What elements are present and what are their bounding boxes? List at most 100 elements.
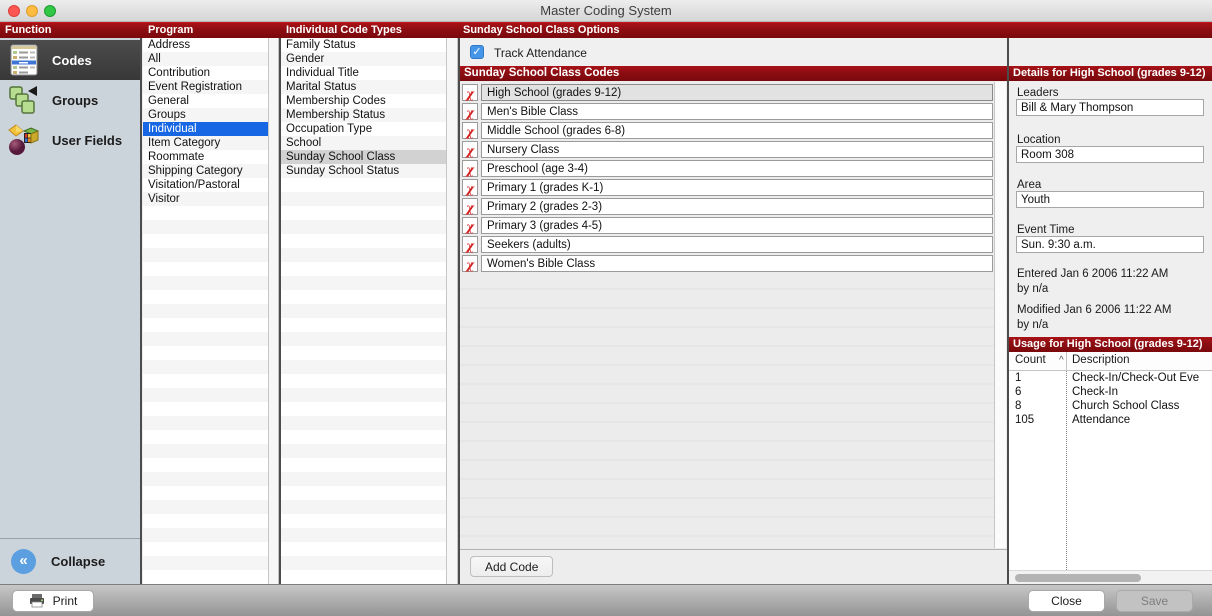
program-item[interactable]: Contribution	[143, 66, 268, 80]
sidebar-item-codes[interactable]: Codes	[0, 40, 140, 80]
delete-code-icon[interactable]: χ	[462, 198, 478, 215]
modified-stamp: Modified Jan 6 2006 11:22 AM by n/a	[1017, 303, 1172, 333]
print-button[interactable]: Print	[12, 590, 94, 612]
delete-code-icon[interactable]: χ	[462, 103, 478, 120]
program-scrollbar-track[interactable]	[268, 38, 279, 584]
codes-scrollbar-track[interactable]	[994, 82, 1006, 548]
code-types-column-header: Individual Code Types	[286, 23, 402, 39]
sidebar-item-label: Codes	[52, 53, 92, 68]
program-item-selected[interactable]: Individual	[143, 122, 268, 136]
track-attendance-label: Track Attendance	[494, 46, 587, 60]
code-row: χ	[462, 141, 993, 158]
modified-date: Modified Jan 6 2006 11:22 AM	[1017, 303, 1172, 318]
program-item[interactable]: Event Registration	[143, 80, 268, 94]
code-type-item[interactable]: Membership Status	[281, 108, 446, 122]
details-panel: Details for High School (grades 9-12) Le…	[1009, 38, 1212, 584]
column-separator	[1066, 352, 1067, 371]
delete-code-icon[interactable]: χ	[462, 179, 478, 196]
code-types-scrollbar-track[interactable]	[446, 38, 458, 584]
code-name-field[interactable]	[481, 122, 993, 139]
function-sidebar: Codes Groups	[0, 38, 142, 584]
delete-code-icon[interactable]: χ	[462, 217, 478, 234]
code-name-field[interactable]	[481, 179, 993, 196]
code-name-field[interactable]	[481, 103, 993, 120]
location-field[interactable]	[1016, 146, 1204, 163]
delete-code-icon[interactable]: χ	[462, 84, 478, 101]
modified-by: by n/a	[1017, 318, 1172, 333]
code-type-item[interactable]: Marital Status	[281, 80, 446, 94]
usage-row[interactable]: 1Check-In/Check-Out Eve	[1009, 371, 1212, 385]
code-row: χ	[462, 103, 993, 120]
area-label: Area	[1017, 179, 1041, 191]
code-row: χ	[462, 236, 993, 253]
codes-section-header: Sunday School Class Codes	[460, 66, 1007, 81]
program-item[interactable]: Visitor	[143, 192, 268, 206]
user-fields-icon	[7, 123, 41, 157]
description-column-header[interactable]: Description	[1072, 354, 1130, 366]
program-item[interactable]: Roommate	[143, 150, 268, 164]
code-row: χ	[462, 255, 993, 272]
delete-code-icon[interactable]: χ	[462, 255, 478, 272]
close-button[interactable]: Close	[1028, 590, 1105, 612]
sort-ascending-icon: ^	[1059, 355, 1064, 366]
usage-row[interactable]: 8Church School Class	[1009, 399, 1212, 413]
code-type-item[interactable]: Gender	[281, 52, 446, 66]
printer-icon	[29, 594, 45, 608]
leaders-field[interactable]	[1016, 99, 1204, 116]
code-type-item-selected[interactable]: Sunday School Class	[281, 150, 446, 164]
count-column-header[interactable]: Count	[1015, 354, 1046, 366]
code-name-field[interactable]	[481, 141, 993, 158]
usage-table-body: 1Check-In/Check-Out Eve 6Check-In 8Churc…	[1009, 371, 1212, 570]
usage-row[interactable]: 6Check-In	[1009, 385, 1212, 399]
code-row: χ	[462, 122, 993, 139]
program-item[interactable]: All	[143, 52, 268, 66]
code-name-field[interactable]	[481, 255, 993, 272]
save-button[interactable]: Save	[1116, 590, 1193, 612]
code-name-field[interactable]	[481, 217, 993, 234]
code-type-item[interactable]: Sunday School Status	[281, 164, 446, 178]
delete-code-icon[interactable]: χ	[462, 160, 478, 177]
collapse-button[interactable]: « Collapse	[0, 538, 140, 584]
codes-icon	[7, 43, 41, 77]
sidebar-item-user-fields[interactable]: User Fields	[0, 120, 140, 160]
area-field[interactable]	[1016, 191, 1204, 208]
entered-by: by n/a	[1017, 282, 1168, 297]
program-item[interactable]: Address	[143, 38, 268, 52]
code-type-item[interactable]: Individual Title	[281, 66, 446, 80]
window-title: Master Coding System	[0, 0, 1212, 22]
usage-table: Count ^ Description 1Check-In/Check-Out …	[1009, 352, 1212, 570]
code-name-field[interactable]	[481, 84, 993, 101]
program-list: Address All Contribution Event Registrat…	[143, 38, 268, 584]
program-item[interactable]: Groups	[143, 108, 268, 122]
column-header-band: Function Program Individual Code Types S…	[0, 22, 1212, 38]
usage-row[interactable]: 105Attendance	[1009, 413, 1212, 427]
add-code-button[interactable]: Add Code	[470, 556, 553, 577]
track-attendance-checkbox[interactable]: ✓	[470, 45, 484, 59]
program-item[interactable]: Visitation/Pastoral	[143, 178, 268, 192]
code-row: χ	[462, 160, 993, 177]
leaders-label: Leaders	[1017, 87, 1059, 99]
usage-table-header: Count ^ Description	[1009, 352, 1212, 371]
collapse-chevrons-icon: «	[11, 549, 36, 574]
codes-list: χ χ χ χ χ χ χ χ	[460, 81, 1007, 549]
program-item[interactable]: Shipping Category	[143, 164, 268, 178]
sidebar-item-groups[interactable]: Groups	[0, 80, 140, 120]
sidebar-item-label: Groups	[52, 93, 98, 108]
event-time-field[interactable]	[1016, 236, 1204, 253]
code-type-item[interactable]: School	[281, 136, 446, 150]
program-item[interactable]: General	[143, 94, 268, 108]
code-type-item[interactable]: Occupation Type	[281, 122, 446, 136]
code-name-field[interactable]	[481, 160, 993, 177]
master-coding-system-window: Master Coding System Function Program In…	[0, 0, 1212, 616]
code-name-field[interactable]	[481, 236, 993, 253]
code-type-item[interactable]: Membership Codes	[281, 94, 446, 108]
details-header: Details for High School (grades 9-12)	[1009, 66, 1212, 81]
delete-code-icon[interactable]: χ	[462, 122, 478, 139]
delete-code-icon[interactable]: χ	[462, 141, 478, 158]
scrollbar-thumb[interactable]	[1015, 574, 1141, 582]
program-item[interactable]: Item Category	[143, 136, 268, 150]
code-name-field[interactable]	[481, 198, 993, 215]
delete-code-icon[interactable]: χ	[462, 236, 478, 253]
code-type-item[interactable]: Family Status	[281, 38, 446, 52]
location-label: Location	[1017, 134, 1060, 146]
